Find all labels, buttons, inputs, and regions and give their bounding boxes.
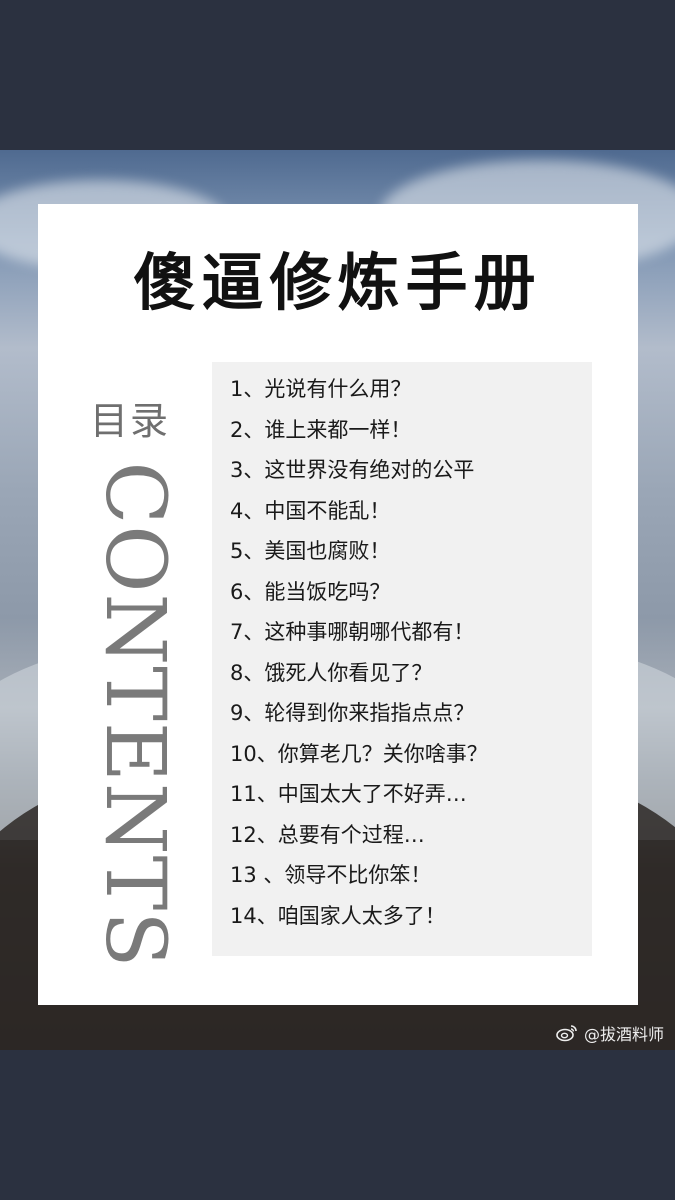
list-item: 14、咱国家人太多了！ — [230, 903, 446, 928]
list-item: 5、美国也腐败！ — [230, 539, 391, 563]
contents-label-cn: 目录 — [90, 399, 171, 443]
page-title: 傻逼修炼手册 — [133, 246, 542, 319]
contents-list: 1、光说有什么用？ 2、谁上来都一样！ 3、这世界没有绝对的公平 4、中国不能乱… — [230, 369, 488, 936]
list-item: 11、中国太大了不好弄… — [230, 782, 467, 806]
contents-label-en: CONTENTS — [87, 461, 182, 969]
list-item: 13 、领导不比你笨！ — [230, 863, 432, 887]
list-item: 7、这种事哪朝哪代都有！ — [230, 620, 475, 644]
weibo-logo-icon — [556, 1024, 578, 1042]
list-item: 10、你算老几？关你啥事？ — [230, 741, 488, 766]
list-item: 1、光说有什么用？ — [230, 377, 412, 401]
list-item: 2、谁上来都一样！ — [230, 417, 412, 442]
list-item: 6、能当饭吃吗？ — [230, 579, 391, 604]
list-item: 3、这世界没有绝对的公平 — [230, 458, 475, 482]
watermark-text: @拔酒料师 — [584, 1025, 665, 1044]
list-item: 12、总要有个过程… — [230, 822, 425, 847]
list-item: 8、饿死人你看见了？ — [230, 660, 433, 685]
list-item: 9、轮得到你来指指点点？ — [230, 701, 475, 725]
list-item: 4、中国不能乱！ — [230, 498, 391, 523]
weibo-watermark: @拔酒料师 — [556, 1020, 664, 1046]
